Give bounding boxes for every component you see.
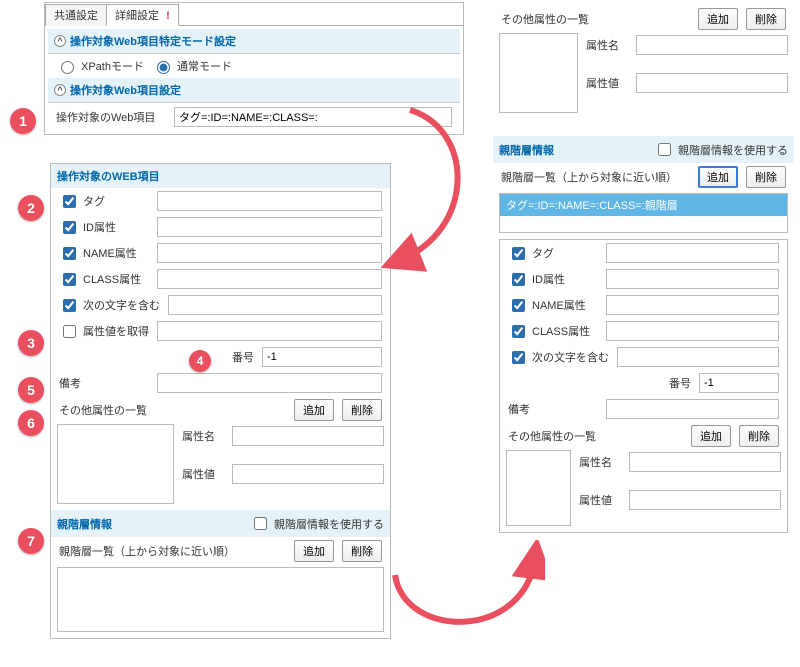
right-parent-list[interactable]: タグ=:ID=:NAME=:CLASS=:親階層 [499,193,788,233]
target-label: 操作対象のWeb項目 [56,109,166,125]
tag-input[interactable] [157,191,382,211]
right-other-attr-label: その他属性の一覧 [501,11,690,27]
right-use-parent-checkbox[interactable]: 親階層情報を使用する [654,140,788,159]
other-attr-list[interactable] [57,424,174,504]
parent-list-item-selected[interactable]: タグ=:ID=:NAME=:CLASS=:親階層 [500,194,787,216]
chk-name-attr[interactable]: NAME属性 [59,244,149,263]
right-attr-value-input[interactable] [636,73,788,93]
chk-tag[interactable]: タグ [59,192,149,211]
right-parent-info-header: 親階層情報 親階層情報を使用する [493,136,794,163]
step-5-badge: 5 [18,377,44,403]
id-input[interactable] [157,217,382,237]
r-other-attr-add-button[interactable]: 追加 [691,425,731,447]
right-parent-delete-button[interactable]: 削除 [746,166,786,188]
name-input[interactable] [157,243,382,263]
attr-value-input[interactable] [232,464,384,484]
r-chk-id[interactable]: ID属性 [508,270,598,289]
step-2-badge: 2 [18,195,44,221]
number-label: 番号 [107,349,254,365]
r-number-label: 番号 [508,375,691,391]
alert-icon: ! [166,10,170,22]
collapse-icon[interactable]: ^ [54,84,66,96]
radio-xpath[interactable]: XPathモード [56,58,144,74]
left-panel-header: 操作対象のWEB項目 [51,164,390,188]
collapse-icon[interactable]: ^ [54,35,66,47]
r-tag-input[interactable] [606,243,779,263]
r-attr-name-input[interactable] [629,452,781,472]
parent-info-header: 親階層情報 親階層情報を使用する [51,510,390,537]
step-7-badge: 7 [18,528,44,554]
right-parent-add-button[interactable]: 追加 [698,166,738,188]
r-remarks-label: 備考 [508,401,598,417]
target-web-item-input[interactable] [174,107,452,127]
radio-normal[interactable]: 通常モード [152,58,232,74]
chk-id[interactable]: ID属性 [59,218,149,237]
parent-delete-button[interactable]: 削除 [342,540,382,562]
r-other-attr-list[interactable] [506,450,571,526]
r-other-attr-delete-button[interactable]: 削除 [739,425,779,447]
tab-detail[interactable]: 詳細設定 ! [106,4,179,26]
r-attr-value-input[interactable] [629,490,781,510]
r-other-attr-label: その他属性の一覧 [508,428,683,444]
right-attr-name-input[interactable] [636,35,788,55]
step-3-badge: 3 [18,330,44,356]
r-chk-name[interactable]: NAME属性 [508,296,598,315]
r-class-input[interactable] [606,321,779,341]
step-1-badge: 1 [10,108,36,134]
other-attr-label: その他属性の一覧 [59,402,286,418]
parent-list[interactable] [57,567,384,632]
use-parent-checkbox[interactable]: 親階層情報を使用する [250,514,384,533]
attr-name-input[interactable] [232,426,384,446]
remarks-label: 備考 [59,375,149,391]
step-6-badge: 6 [18,410,44,436]
attrval-input[interactable] [157,321,382,341]
chk-text-contains[interactable]: 次の文字を含む [59,296,160,315]
other-attr-delete-button[interactable]: 削除 [342,399,382,421]
r-id-input[interactable] [606,269,779,289]
parent-list-label: 親階層一覧（上から対象に近い順） [59,543,286,559]
step-4-badge: 4 [189,350,211,372]
mode-section-header[interactable]: ^ 操作対象Web項目特定モード設定 [48,29,460,54]
right-other-attr-delete-button[interactable]: 削除 [746,8,786,30]
class-input[interactable] [157,269,382,289]
text-contains-input[interactable] [168,295,382,315]
r-chk-class[interactable]: CLASS属性 [508,322,598,341]
r-remarks-input[interactable] [606,399,779,419]
number-input[interactable] [262,347,382,367]
other-attr-add-button[interactable]: 追加 [294,399,334,421]
tab-common[interactable]: 共通設定 [45,4,107,26]
right-parent-list-label: 親階層一覧（上から対象に近い順） [501,169,690,185]
item-section-header[interactable]: ^ 操作対象Web項目設定 [48,78,460,103]
chk-get-attr[interactable]: 属性値を取得 [59,322,149,341]
r-text-input[interactable] [617,347,779,367]
r-chk-text[interactable]: 次の文字を含む [508,348,609,367]
right-other-attr-list[interactable] [499,33,578,113]
remarks-input[interactable] [157,373,382,393]
parent-add-button[interactable]: 追加 [294,540,334,562]
right-other-attr-add-button[interactable]: 追加 [698,8,738,30]
chk-class-attr[interactable]: CLASS属性 [59,270,149,289]
r-number-input[interactable] [699,373,779,393]
r-name-input[interactable] [606,295,779,315]
settings-tabs: 共通設定 詳細設定 ! [45,3,463,26]
r-chk-tag[interactable]: タグ [508,244,598,263]
flow-arrow-icon [385,540,545,650]
